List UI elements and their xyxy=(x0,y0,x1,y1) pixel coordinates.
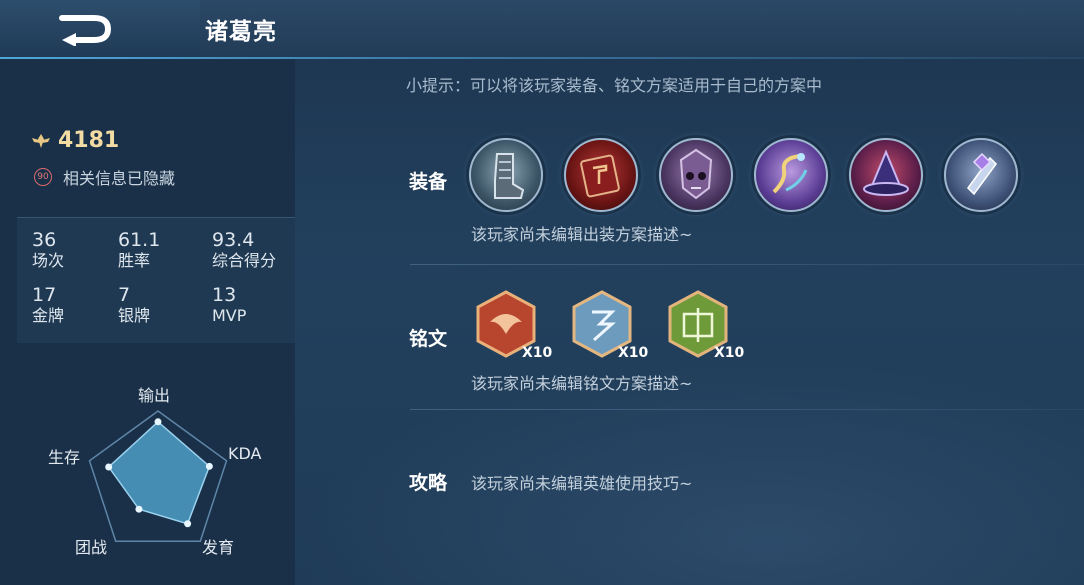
crystal-blade-icon xyxy=(967,152,997,196)
equipment-slot-1[interactable] xyxy=(469,138,543,212)
rune-count: X10 xyxy=(618,345,649,361)
stat-label: MVP xyxy=(212,306,247,325)
equipment-description: 该玩家尚未编辑出装方案描述~ xyxy=(471,225,693,244)
inscription-description: 该玩家尚未编辑铭文方案描述~ xyxy=(471,374,693,393)
radar-point xyxy=(205,462,213,470)
rank-score: 4181 xyxy=(58,128,120,153)
equipment-slot-6[interactable] xyxy=(944,138,1018,212)
stats-grid: 36 场次 61.1 胜率 93.4 综合得分 17 金牌 7 银牌 13 MV… xyxy=(17,217,295,343)
serpent-staff-icon xyxy=(772,153,808,194)
section-divider xyxy=(410,264,1084,265)
stat-value: 7 xyxy=(118,284,131,306)
inscription-label: 铭文 xyxy=(409,328,448,350)
witch-hat-icon xyxy=(863,149,909,196)
stat-games: 36 场次 xyxy=(32,229,65,271)
stat-value: 17 xyxy=(32,284,57,306)
radar-point xyxy=(154,418,162,426)
tip-text: 小提示：可以将该玩家装备、铭文方案适用于自己的方案中 xyxy=(406,76,823,95)
stat-label: 综合得分 xyxy=(212,251,277,270)
stat-score: 93.4 综合得分 xyxy=(212,229,277,271)
radar-point xyxy=(105,463,113,471)
header-bar: 诸葛亮 xyxy=(0,0,1084,57)
stat-label: 场次 xyxy=(32,251,65,270)
hidden-info-row: 90 相关信息已隐藏 xyxy=(34,165,175,189)
radar-label-output: 输出 xyxy=(138,386,171,405)
stat-label: 银牌 xyxy=(118,306,151,325)
strategy-description: 该玩家尚未编辑英雄使用技巧~ xyxy=(471,474,693,493)
stat-label: 胜率 xyxy=(118,251,151,270)
radar-label-teamfight: 团战 xyxy=(75,538,108,557)
equipment-slot-5[interactable] xyxy=(849,138,923,212)
equipment-slot-3[interactable] xyxy=(659,138,733,212)
boots-icon xyxy=(494,153,525,199)
back-button[interactable] xyxy=(58,12,116,47)
section-divider xyxy=(410,409,1084,410)
stat-value: 93.4 xyxy=(212,229,255,251)
ability-radar-chart: 输出 KDA 发育 团战 生存 xyxy=(0,370,295,585)
strategy-label: 攻略 xyxy=(409,472,448,494)
hero-title: 诸葛亮 xyxy=(205,19,277,45)
hidden-badge-icon: 90 xyxy=(34,168,52,186)
rune-count: X10 xyxy=(714,345,745,361)
equipment-slot-4[interactable] xyxy=(754,138,828,212)
stat-value: 36 xyxy=(32,229,57,251)
stat-gold: 17 金牌 xyxy=(32,284,65,326)
rank-wings-icon xyxy=(32,133,50,148)
equipment-slot-2[interactable] xyxy=(564,138,638,212)
back-arrow-icon xyxy=(59,15,112,47)
skull-mask-icon xyxy=(679,148,713,200)
equipment-label: 装备 xyxy=(409,171,448,193)
stat-winrate: 61.1 胜率 xyxy=(118,229,161,271)
tome-icon xyxy=(580,154,620,198)
stat-value: 13 xyxy=(212,284,237,306)
hidden-info-text: 相关信息已隐藏 xyxy=(63,169,176,188)
radar-point xyxy=(184,520,192,528)
radar-label-kda: KDA xyxy=(228,444,262,463)
radar-label-growth: 发育 xyxy=(202,538,235,557)
stat-label: 金牌 xyxy=(32,306,65,325)
radar-point xyxy=(135,505,143,513)
rank-score-row: 4181 xyxy=(30,128,119,153)
stat-mvp: 13 MVP xyxy=(212,284,247,326)
stat-value: 61.1 xyxy=(118,229,161,251)
radar-label-survival: 生存 xyxy=(48,448,81,467)
stat-silver: 7 银牌 xyxy=(118,284,151,326)
rune-count: X10 xyxy=(522,345,553,361)
